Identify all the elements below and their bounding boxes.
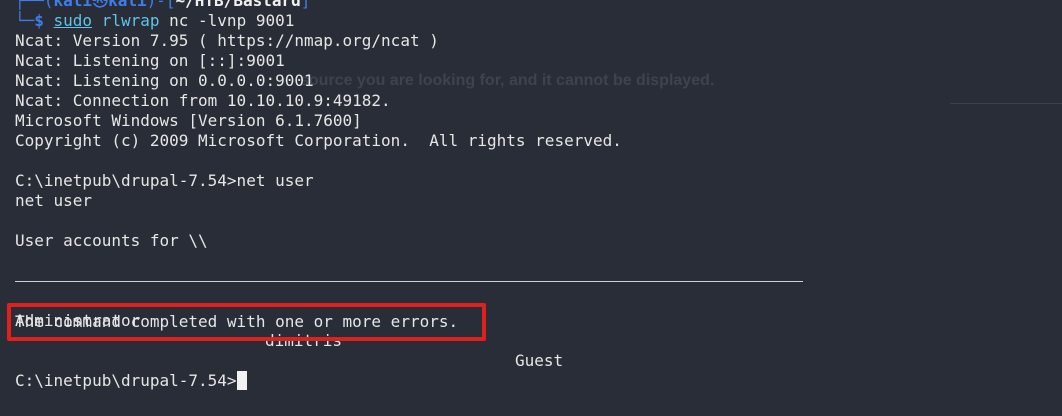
prompt-directory: ~/HTB/Bastard [175,0,301,10]
output-line: Ncat: Listening on [::]:9001 [15,51,285,70]
separator-rule [15,281,803,282]
command-args: nc -lvnp 9001 [159,11,295,30]
terminal-window[interactable]: source you are looking for, and it canno… [0,0,1062,416]
command-sudo: sudo [53,11,93,30]
prompt-dollar: $ [34,11,54,30]
output-line: C:\inetpub\drupal-7.54>net user [15,171,314,190]
command-line: └─$ sudo rlwrap nc -lvnp 9001 [15,11,294,31]
prompt-frame-mid: )-[ [146,0,176,10]
prompt-host: kali [108,0,147,10]
prompt-header-line: ┌──(kali㉿kali)-[~/HTB/Bastard] [15,0,310,11]
background-ghost-text: source you are looking for, and it canno… [300,72,715,89]
output-line: User accounts for \\ [15,231,208,250]
output-line: Ncat: Listening on 0.0.0.0:9001 [15,71,314,90]
output-line: Ncat: Version 7.95 ( https://nmap.org/nc… [15,31,439,50]
command-rlwrap: rlwrap [101,11,160,30]
prompt-user: kali [53,0,93,10]
final-prompt: C:\inetpub\drupal-7.54> [15,371,237,390]
text-cursor [236,371,247,390]
output-line: Copyright (c) 2009 Microsoft Corporation… [15,131,622,150]
output-line: Microsoft Windows [Version 6.1.7600] [15,111,362,130]
output-line: Ncat: Connection from 10.10.10.9:49182. [15,91,391,110]
red-highlight-box [7,303,486,341]
prompt-frame-end: ] [300,0,311,10]
skull-icon: ㉿ [92,0,109,10]
account-guest: Guest [515,351,564,370]
background-ghost-rule [950,103,1062,104]
output-line: net user [15,191,93,210]
prompt-frame-bottom: └─ [15,11,35,30]
final-prompt-line[interactable]: C:\inetpub\drupal-7.54> [15,371,247,391]
prompt-frame-top: ┌──( [15,0,54,10]
